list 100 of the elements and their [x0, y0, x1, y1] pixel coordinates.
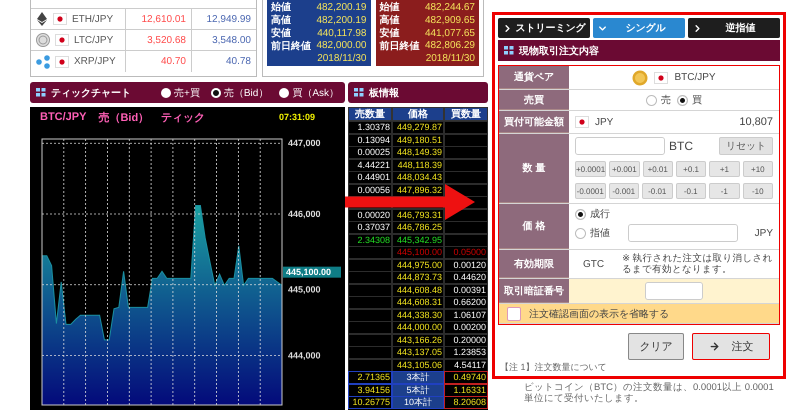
tab[interactable]: ストリーミング [498, 18, 590, 38]
increment-button[interactable]: +1 [709, 161, 740, 177]
mode-radio[interactable]: 売+買 [161, 86, 200, 100]
field-label: 買付可能金額 [499, 111, 569, 133]
price-field[interactable] [628, 224, 738, 242]
summary-value: 482,200.19 [316, 14, 366, 26]
table-cell: 445,342.95 [392, 234, 444, 246]
table-cell [348, 246, 392, 259]
chart-type: ティック [161, 110, 206, 124]
order-button[interactable]: 注文 [692, 333, 770, 360]
mode-radio[interactable]: 売（Bid） [210, 86, 268, 100]
table-cell: 2.71365 [348, 371, 392, 384]
increment-button[interactable]: +0.001 [609, 161, 640, 177]
price-type-radio[interactable]: 指値 [575, 226, 610, 240]
table-cell: 444,608.48 [392, 284, 444, 296]
chart-pair: BTC/JPY [40, 111, 86, 123]
panel-title: 板情報 [369, 86, 400, 100]
table-cell: 445,100.00 [392, 246, 444, 259]
table-cell: 2.34308 [348, 234, 392, 246]
field-label: 有効期限 [499, 250, 569, 278]
panel-title: 現物取引注文内容 [519, 44, 600, 58]
table-cell [444, 158, 488, 172]
field-label: 価 格 [499, 204, 569, 249]
ask-price: 40.78 [226, 56, 251, 67]
table-cell: 0.00200 [444, 321, 488, 334]
table-cell: 3.94156 [348, 384, 392, 396]
summary-value: 482,806.29 [424, 40, 475, 52]
axis-label: 444,000 [288, 350, 321, 360]
table-cell: 0.05000 [444, 246, 488, 259]
table-cell: 1.23853 [444, 346, 488, 359]
table-cell: 448,149.39 [392, 146, 444, 159]
table-cell: 0.37037 [348, 221, 392, 234]
decrement-button[interactable]: -0.001 [608, 183, 639, 199]
table-cell: 444,975.00 [392, 258, 444, 272]
table-cell: 1.30378 [348, 121, 392, 134]
pin-field[interactable] [645, 282, 703, 300]
tab[interactable]: シングル [593, 18, 685, 38]
mode-radio[interactable]: 買（Ask） [279, 86, 339, 100]
table-cell: 0.13094 [348, 134, 392, 146]
side-radio[interactable]: 売 [646, 93, 671, 107]
table-cell: 0.00120 [444, 258, 488, 272]
reset-button[interactable]: リセット [719, 137, 773, 155]
dots-icon [36, 54, 50, 68]
table-cell [348, 358, 392, 372]
increment-button[interactable]: +0.01 [642, 161, 673, 177]
unit-label: JPY [754, 228, 773, 238]
pair-value: BTC/JPY [674, 72, 716, 83]
tab[interactable]: 逆指値 [688, 18, 780, 38]
grid-icon [36, 88, 46, 97]
price-type-radio[interactable]: 成行 [575, 207, 610, 221]
pair-name: LTC/JPY [74, 34, 114, 46]
bid-price: 40.70 [160, 56, 186, 67]
side-radio[interactable]: 買 [677, 93, 702, 107]
decrement-button[interactable]: -0.1 [676, 183, 706, 199]
diamond-icon [36, 12, 48, 26]
summary-label: 前日終値 [271, 40, 311, 53]
summary-value: 482,909.65 [424, 14, 475, 26]
amount-value: 10,807 [739, 116, 773, 128]
axis-label: 445,000 [288, 284, 321, 295]
increment-button[interactable]: +0.1 [676, 161, 706, 177]
decrement-button[interactable]: -1 [709, 183, 740, 199]
bid-price: 3,520.68 [147, 34, 186, 46]
arrow-right-icon [708, 341, 720, 352]
summary-value: 440,117.98 [317, 28, 366, 38]
column-header: 価格 [392, 107, 444, 121]
table-cell [444, 171, 488, 184]
flag-icon [55, 34, 69, 46]
table-cell: 0.00391 [444, 284, 488, 296]
table-cell [444, 121, 488, 134]
checkbox[interactable] [507, 306, 521, 320]
table-cell: 1.16331 [444, 384, 488, 396]
quantity-field[interactable] [575, 137, 665, 155]
column-header: 売数量 [348, 107, 392, 121]
note-title: 【注 1】注文数量について [499, 362, 608, 373]
expiry-note: ※ 執行された注文は取り消しされるまで有効となります。 [622, 253, 773, 275]
summary-value: 482,000.00 [316, 40, 366, 52]
increment-button[interactable]: +0.0001 [575, 161, 606, 177]
table-cell: 448,118.39 [392, 158, 444, 172]
table-cell: 4.54117 [444, 358, 488, 372]
table-cell: 444,338.30 [392, 308, 444, 322]
decrement-button[interactable]: -0.0001 [575, 183, 606, 199]
summary-date: 2018/11/30 [317, 53, 366, 64]
axis-label: 446,000 [288, 209, 321, 219]
decrement-button[interactable]: -10 [742, 183, 773, 199]
summary-label: 高値 [380, 13, 400, 27]
flag-icon [575, 116, 589, 128]
axis-label: 447,000 [288, 138, 321, 148]
table-cell [348, 334, 392, 346]
pair-name: XRP/JPY [74, 56, 116, 67]
decrement-button[interactable]: -0.01 [642, 183, 672, 199]
table-cell: 10.26775 [348, 396, 392, 409]
note-text: ビットコイン（BTC）の注文数量は、0.0001以上 0.0001単位にて受付いたします。 [523, 381, 775, 404]
clear-button[interactable]: クリア [628, 333, 684, 360]
summary-value: 482,200.19 [316, 2, 366, 13]
table-cell: 0.44901 [348, 171, 392, 184]
field-label: 取引暗証番号 [499, 279, 569, 303]
table-cell [348, 284, 392, 296]
summary-date: 2018/11/30 [426, 53, 475, 64]
increment-button[interactable]: +10 [742, 161, 773, 177]
table-cell: 444,873.73 [392, 271, 444, 284]
